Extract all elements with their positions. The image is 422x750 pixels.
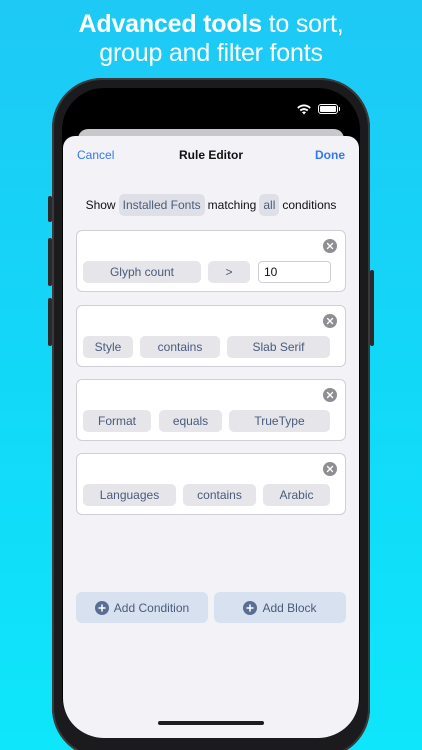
done-button[interactable]: Done (315, 148, 345, 162)
field-selector[interactable]: Style (83, 336, 133, 358)
value-selector[interactable]: TrueType (229, 410, 330, 432)
field-selector[interactable]: Glyph count (83, 261, 201, 283)
headline-line-1: Advanced tools to sort, (0, 10, 422, 39)
operator-selector[interactable]: equals (159, 410, 222, 432)
field-selector[interactable]: Languages (83, 484, 176, 506)
close-icon[interactable] (323, 314, 337, 328)
headline-line-2: group and filter fonts (99, 39, 323, 67)
scope-selector[interactable]: Installed Fonts (118, 194, 205, 216)
dynamic-island (172, 100, 264, 124)
battery-icon (318, 104, 340, 114)
match-sentence: Show Installed Fonts matching all condit… (63, 194, 359, 216)
headline-bold: Advanced tools (78, 10, 263, 38)
value-selector[interactable]: Slab Serif (227, 336, 330, 358)
show-label: Show (85, 198, 116, 212)
phone-side-button (48, 196, 52, 222)
phone-side-button (48, 238, 52, 286)
plus-circle-icon (243, 600, 258, 615)
close-icon[interactable] (323, 239, 337, 253)
condition-row: Style contains Slab Serif (76, 305, 346, 367)
navigation-bar: Cancel Rule Editor Done (63, 136, 359, 176)
add-condition-button[interactable]: Add Condition (76, 592, 208, 623)
value-selector[interactable]: Arabic (263, 484, 330, 506)
add-block-label: Add Block (262, 600, 317, 615)
add-block-button[interactable]: Add Block (214, 592, 346, 623)
home-indicator (158, 721, 264, 725)
plus-circle-icon (94, 600, 109, 615)
operator-selector[interactable]: > (208, 261, 250, 283)
condition-row: Glyph count > 10 (76, 230, 346, 292)
add-condition-label: Add Condition (113, 600, 190, 615)
rule-editor-sheet: Cancel Rule Editor Done Show Installed F… (63, 136, 359, 738)
phone-side-button (48, 298, 52, 346)
field-selector[interactable]: Format (83, 410, 151, 432)
matching-label: matching (207, 198, 257, 212)
conditions-label: conditions (282, 198, 337, 212)
status-bar (296, 103, 340, 115)
close-icon[interactable] (323, 388, 337, 402)
quantifier-selector[interactable]: all (259, 194, 280, 216)
wifi-icon (297, 104, 311, 115)
condition-row: Languages contains Arabic (76, 453, 346, 515)
headline: Advanced tools to sort, group and filter… (0, 10, 422, 68)
headline-rest: to sort, (261, 10, 344, 38)
close-icon[interactable] (323, 462, 337, 476)
operator-selector[interactable]: contains (183, 484, 256, 506)
condition-row: Format equals TrueType (76, 379, 346, 441)
operator-selector[interactable]: contains (140, 336, 220, 358)
phone-side-button (370, 270, 374, 346)
value-input[interactable]: 10 (258, 261, 331, 283)
phone-screen: Cancel Rule Editor Done Show Installed F… (62, 88, 360, 738)
